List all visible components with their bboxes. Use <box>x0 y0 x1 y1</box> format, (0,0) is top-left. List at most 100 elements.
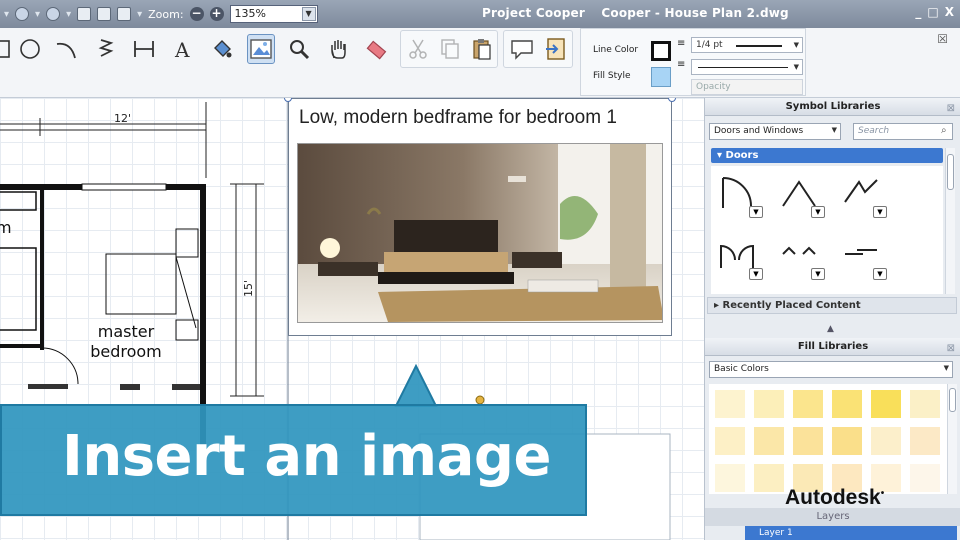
pan-hand-icon[interactable] <box>325 34 353 64</box>
line-style-preview <box>698 67 788 68</box>
scrollbar-thumb[interactable] <box>947 154 954 190</box>
doors-category-header[interactable]: ▾ Doors <box>711 148 943 163</box>
freehand-tool-icon[interactable] <box>92 34 120 64</box>
line-style-select[interactable]: ▼ <box>691 59 803 75</box>
fill-bucket-icon[interactable] <box>208 34 236 64</box>
bedroom-photo[interactable] <box>297 143 663 323</box>
chevron-down-icon[interactable]: ▼ <box>873 206 887 218</box>
line-color-label: Line Color <box>593 45 639 55</box>
zoom-in-button[interactable]: + <box>209 7 224 21</box>
panel-close-icon[interactable]: ⊠ <box>947 100 955 117</box>
cut-icon[interactable] <box>404 34 432 64</box>
banner-pointer <box>394 363 438 407</box>
insert-image-icon[interactable] <box>247 34 275 64</box>
dropdown-arrow-icon[interactable]: ▾ <box>4 9 9 20</box>
fill-color-swatch[interactable] <box>910 390 940 418</box>
close-button[interactable]: X <box>945 5 954 19</box>
line-color-swatch[interactable] <box>651 41 671 61</box>
fill-color-swatch[interactable] <box>793 390 823 418</box>
fill-color-swatch[interactable] <box>871 427 901 455</box>
line-weight-select[interactable]: 1/4 pt ▼ <box>691 37 803 53</box>
chevron-down-icon[interactable]: ▼ <box>794 41 799 49</box>
line-weight-value: 1/4 pt <box>696 40 723 50</box>
insert-frame-icon[interactable] <box>542 34 570 64</box>
fill-color-swatch[interactable] <box>910 427 940 455</box>
maximize-button[interactable]: □ <box>927 5 938 19</box>
dimension-tool-icon[interactable] <box>130 34 158 64</box>
door-symbol-bifold[interactable]: ▼ <box>777 170 831 220</box>
door-symbol-double-swing[interactable]: ▼ <box>715 232 769 282</box>
fill-color-swatch[interactable] <box>715 390 745 418</box>
chevron-down-icon[interactable]: ▼ <box>749 268 763 280</box>
window-title: Project Cooper Cooper - House Plan 2.dwg <box>482 6 801 20</box>
fill-color-swatch[interactable] <box>754 390 784 418</box>
dropdown-arrow-icon[interactable]: ▾ <box>66 9 71 20</box>
recently-placed-header[interactable]: ▸ Recently Placed Content <box>707 297 957 314</box>
panel-splitter-arrow-icon[interactable]: ▲ <box>827 324 834 334</box>
dropdown-arrow-icon[interactable]: ▾ <box>137 9 142 20</box>
keyboard-icon[interactable] <box>117 7 132 21</box>
rectangle-tool-icon[interactable] <box>0 34 14 64</box>
chevron-down-icon[interactable]: ▼ <box>794 63 799 71</box>
fill-color-swatch[interactable] <box>871 390 901 418</box>
fill-color-swatch[interactable] <box>793 427 823 455</box>
opacity-field[interactable]: Opacity <box>691 79 803 95</box>
chevron-down-icon[interactable]: ▼ <box>873 268 887 280</box>
fill-style-swatch[interactable] <box>651 67 671 87</box>
zoom-out-button[interactable]: − <box>189 7 204 21</box>
door-symbol-pocket[interactable]: ▼ <box>777 232 831 282</box>
minimize-button[interactable]: _ <box>915 5 921 19</box>
search-icon[interactable]: ⌕ <box>941 125 947 136</box>
arc-tool-icon[interactable] <box>52 34 80 64</box>
zoom-select[interactable]: 135% ▼ <box>229 5 318 23</box>
fills-scrollbar[interactable] <box>947 384 957 494</box>
layer-row[interactable]: Layer 1 <box>745 526 957 540</box>
eraser-icon[interactable] <box>362 34 390 64</box>
image-callout[interactable]: Low, modern bedframe for bedroom 1 <box>288 98 672 336</box>
properties-icon[interactable] <box>77 7 92 21</box>
comment-icon[interactable] <box>508 34 536 64</box>
room-label-line1: master <box>97 322 155 341</box>
copy-icon[interactable] <box>436 34 464 64</box>
line-weight-icon: ≡ <box>677 38 686 49</box>
fill-color-swatch[interactable] <box>754 464 784 492</box>
undo-icon[interactable] <box>15 7 30 21</box>
chevron-down-icon[interactable]: ▼ <box>749 206 763 218</box>
chevron-down-icon[interactable]: ▼ <box>811 268 825 280</box>
door-symbol-sliding[interactable]: ▼ <box>839 232 893 282</box>
fill-color-swatch[interactable] <box>715 427 745 455</box>
symbol-category-select[interactable]: Doors and Windows ▼ <box>709 123 841 140</box>
fill-color-swatch[interactable] <box>754 427 784 455</box>
fill-library-value: Basic Colors <box>714 364 769 374</box>
panel-close-icon[interactable]: ⊠ <box>947 340 955 357</box>
redo-icon[interactable] <box>46 7 61 21</box>
chevron-down-icon[interactable]: ▼ <box>832 126 837 134</box>
fill-color-swatch[interactable] <box>832 390 862 418</box>
scrollbar-thumb[interactable] <box>949 388 956 412</box>
circle-tool-icon[interactable] <box>16 34 44 64</box>
fill-color-swatch[interactable] <box>832 427 862 455</box>
fill-color-swatch[interactable] <box>715 464 745 492</box>
dropdown-arrow-icon[interactable]: ▾ <box>35 9 40 20</box>
text-tool-icon[interactable]: A <box>170 34 198 64</box>
right-panel: Symbol Libraries ⊠ Doors and Windows ▼ S… <box>704 98 960 540</box>
brand-mark: • <box>880 488 885 499</box>
symbol-libraries-title: Symbol Libraries <box>785 101 881 112</box>
door-symbol-folding[interactable]: ▼ <box>839 170 893 220</box>
symbol-libraries-header: Symbol Libraries ⊠ <box>705 98 960 116</box>
symbols-scrollbar[interactable] <box>945 148 955 294</box>
line-style-icon: ≡ <box>677 59 686 70</box>
close-toolbar-icon[interactable]: ☒ <box>937 32 948 46</box>
chevron-down-icon[interactable]: ▼ <box>944 364 949 372</box>
chevron-down-icon[interactable]: ▼ <box>811 206 825 218</box>
zoom-label: Zoom: <box>148 7 184 21</box>
chevron-down-icon[interactable]: ▼ <box>301 7 316 21</box>
zoom-magnifier-icon[interactable] <box>285 34 313 64</box>
fill-library-select[interactable]: Basic Colors ▼ <box>709 361 953 378</box>
fill-color-swatch[interactable] <box>910 464 940 492</box>
symbol-search-input[interactable]: Search <box>853 123 953 140</box>
paste-icon[interactable] <box>468 34 496 64</box>
door-symbol-single-swing[interactable]: ▼ <box>715 170 769 220</box>
print-icon[interactable] <box>97 7 112 21</box>
app-name: Project Cooper <box>482 6 585 20</box>
